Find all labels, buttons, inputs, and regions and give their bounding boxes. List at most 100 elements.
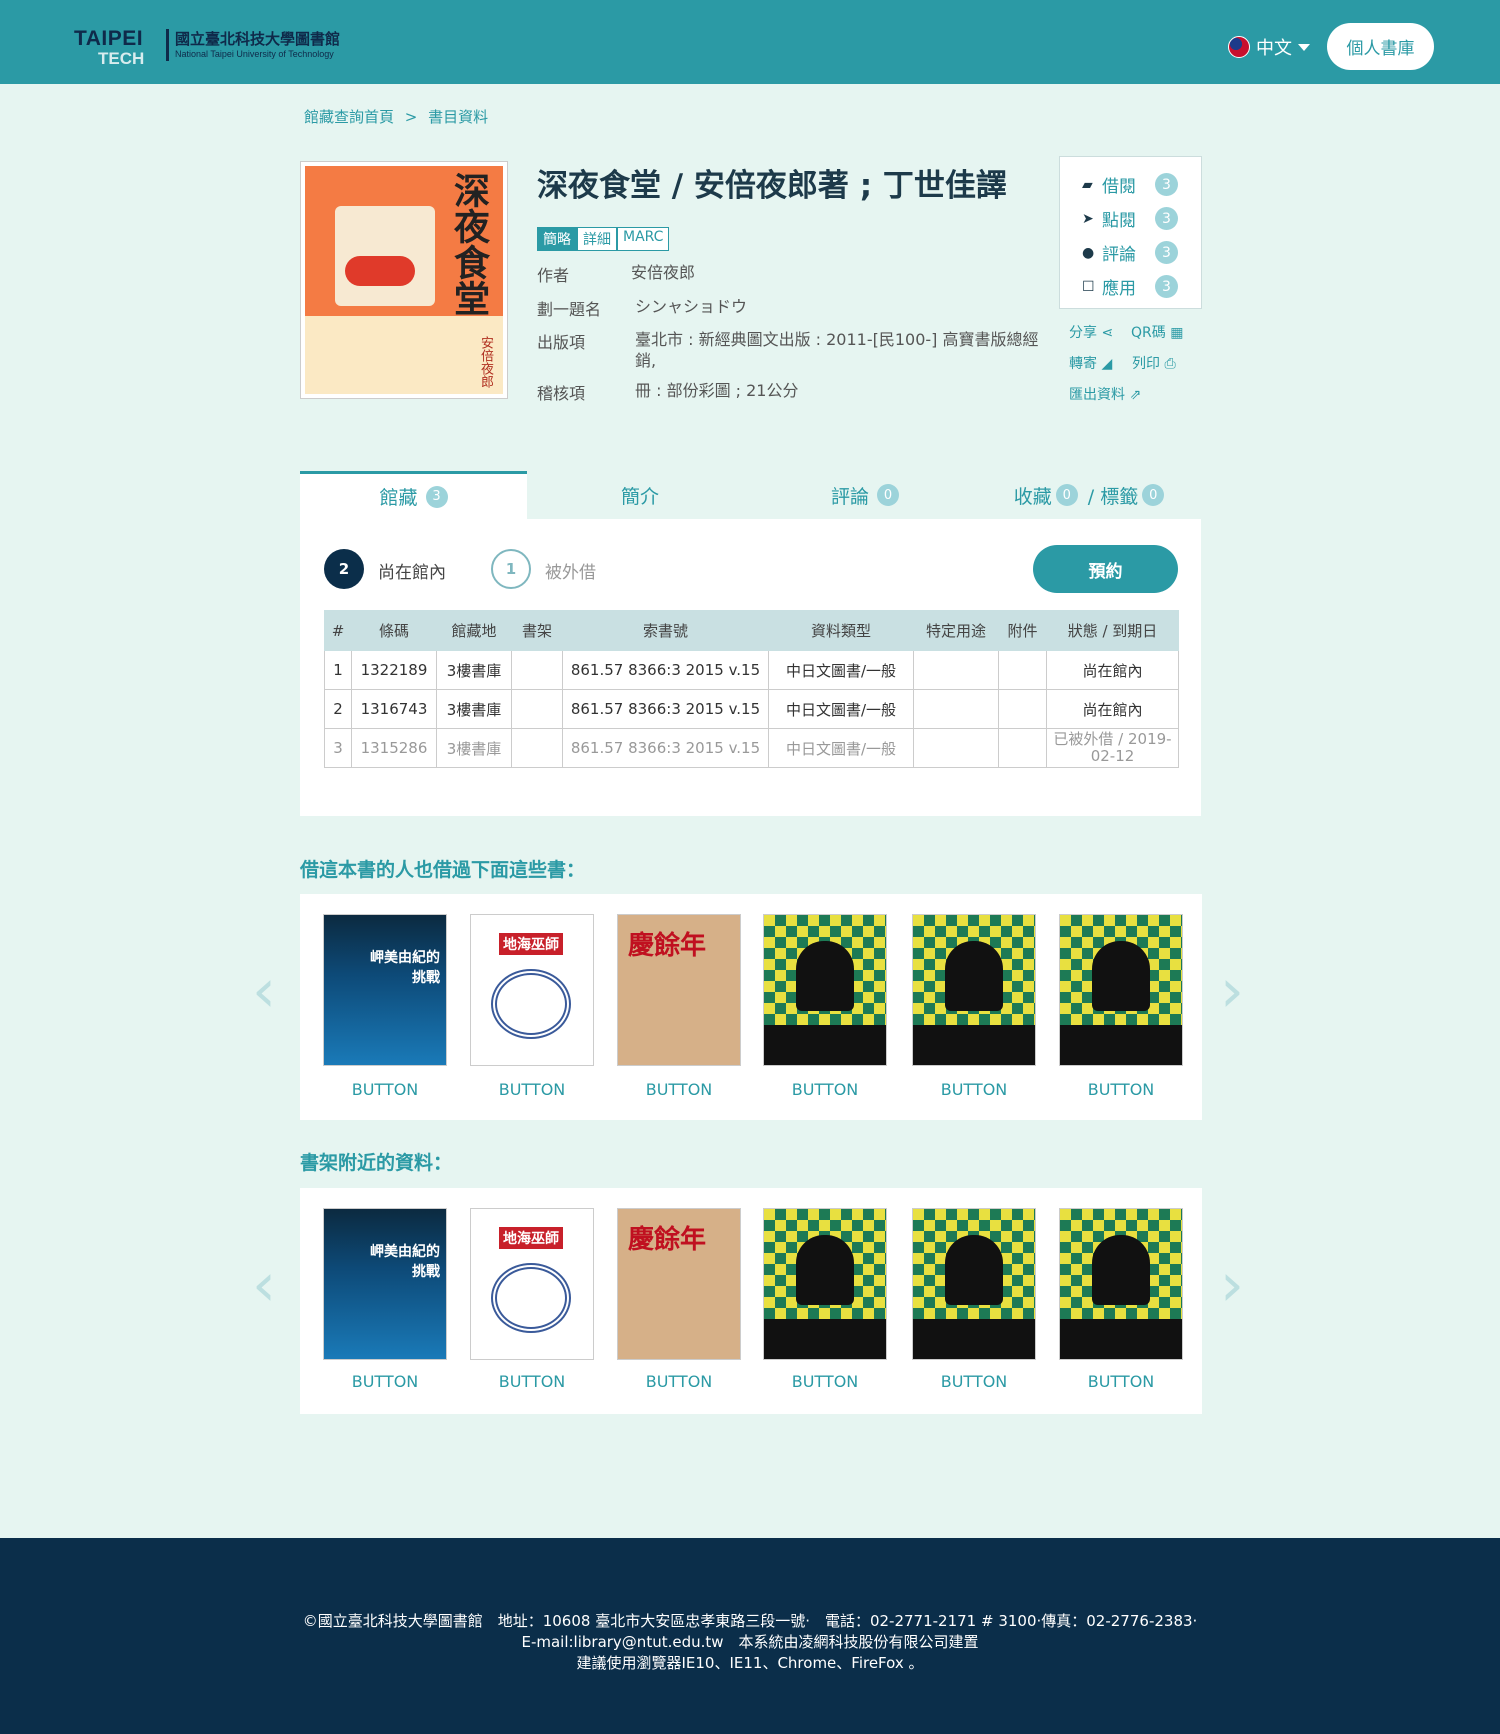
stat-label: 點閱 [1102, 211, 1136, 231]
nearby-carousel: ‹ › 岬美由紀的挑戰 BUTTON 地海巫師 BUTTON 慶餘年 BUTTO… [252, 1188, 1244, 1414]
stat-count: 3 [1155, 275, 1178, 298]
breadcrumb-current[interactable]: 書目資料 [428, 108, 488, 126]
stat-borrow[interactable]: ▰ 借閱 [1082, 172, 1136, 197]
tab-label: 評論 [830, 485, 869, 508]
export-label: 匯出資料 [1069, 387, 1125, 403]
book-button[interactable]: BUTTON [763, 1080, 887, 1099]
stat-label: 應用 [1102, 279, 1136, 299]
cell [913, 689, 999, 729]
book-button[interactable]: BUTTON [912, 1372, 1036, 1391]
book-button[interactable]: BUTTON [323, 1372, 447, 1391]
forward-link[interactable]: 轉寄 ◢ [1069, 353, 1112, 373]
col-header: 索書號 [562, 610, 769, 651]
book-button[interactable]: BUTTON [470, 1080, 594, 1099]
export-link[interactable]: 匯出資料 ⇗ [1069, 384, 1141, 404]
chevron-right-icon[interactable]: › [1220, 956, 1244, 1026]
footer-browser-note: 建議使用瀏覽器IE10、IE11、Chrome、FireFox 。 [576, 1654, 924, 1672]
book-button[interactable]: BUTTON [1059, 1080, 1183, 1099]
book-title: 深夜食堂 / 安倍夜郎著 ; 丁世佳譯 [537, 168, 1007, 204]
field-label: 劃一題名 [537, 300, 602, 319]
chevron-left-icon[interactable]: ‹ [252, 1250, 276, 1320]
book-thumb-title: 地海巫師 [499, 933, 563, 955]
table-row: 3 1315286 3樓書庫 861.57 8366:3 2015 v.15 中… [324, 728, 1179, 768]
field-value: 冊 : 部份彩圖 ; 21公分 [635, 381, 799, 400]
cell: 861.57 8366:3 2015 v.15 [562, 728, 769, 768]
chevron-right-icon[interactable]: › [1220, 1250, 1244, 1320]
tab-collect-tags[interactable]: 收藏 0 / 標籤 0 [977, 471, 1201, 519]
cell: 已被外借 / 2019-02-12 [1046, 728, 1179, 768]
book-button[interactable]: BUTTON [1059, 1372, 1183, 1391]
col-header: 狀態 / 到期日 [1046, 610, 1179, 651]
field-value: シンャショドウ [635, 297, 748, 316]
view-tab-brief[interactable]: 簡略 [537, 227, 577, 251]
checked-out-count: 1 [491, 549, 531, 589]
view-tab-detail[interactable]: 詳細 [577, 227, 617, 251]
stat-clicks[interactable]: ➤ 點閱 [1082, 206, 1136, 231]
tab-summary[interactable]: 簡介 [527, 471, 753, 519]
book-thumbnail[interactable] [912, 914, 1036, 1066]
cover-title: 深夜食堂 [448, 172, 490, 316]
share-link[interactable]: 分享 ⋖ [1069, 322, 1113, 342]
checked-out-label: 被外借 [545, 563, 596, 583]
book-thumbnail[interactable] [763, 914, 887, 1066]
view-tab-marc[interactable]: MARC [617, 227, 670, 251]
share-label: 分享 [1069, 325, 1097, 341]
breadcrumb-home-link[interactable]: 館藏查詢首頁 [304, 108, 394, 126]
reserve-button[interactable]: 預約 [1033, 545, 1178, 593]
book-thumbnail[interactable]: 岬美由紀的挑戰 [323, 914, 447, 1066]
stat-comments[interactable]: ● 評論 [1082, 240, 1136, 265]
book-button[interactable]: BUTTON [912, 1080, 1036, 1099]
view-format-tabs: 簡略 詳細 MARC [537, 227, 670, 251]
book-art [913, 1319, 1035, 1359]
qr-code-link[interactable]: QR碼 ▦ [1131, 322, 1183, 342]
book-thumbnail[interactable]: 地海巫師 [470, 1208, 594, 1360]
stat-label: 評論 [1102, 245, 1136, 265]
tab-label-2: / 標籤 [1087, 485, 1139, 508]
book-button[interactable]: BUTTON [617, 1372, 741, 1391]
book-button[interactable]: BUTTON [617, 1080, 741, 1099]
book-button[interactable]: BUTTON [470, 1372, 594, 1391]
field-value[interactable]: 安倍夜郎 [631, 262, 1041, 283]
book-thumbnail[interactable]: 慶餘年 [617, 914, 741, 1066]
book-thumbnail[interactable] [1059, 1208, 1183, 1360]
book-art [764, 1025, 886, 1065]
tab-holdings[interactable]: 館藏 3 [300, 471, 527, 519]
my-library-button[interactable]: 個人書庫 [1327, 23, 1434, 70]
logo-taipei-text: TAIPEI [74, 27, 144, 50]
book-thumbnail[interactable]: 慶餘年 [617, 1208, 741, 1360]
book-button[interactable]: BUTTON [763, 1372, 887, 1391]
stat-applications[interactable]: ☐ 應用 [1082, 274, 1136, 299]
book-thumbnail[interactable]: 地海巫師 [470, 914, 594, 1066]
field-label: 出版項 [537, 333, 586, 352]
cover-food-art [345, 256, 415, 286]
book-thumbnail[interactable] [763, 1208, 887, 1360]
library-logo[interactable]: TAIPEI TECH 國立臺北科技大學圖書館 National Taipei … [50, 13, 350, 69]
tab-count-badge: 3 [425, 485, 448, 508]
book-thumbnail[interactable]: 岬美由紀的挑戰 [323, 1208, 447, 1360]
flag-icon [1228, 36, 1250, 58]
book-art [913, 1025, 1035, 1065]
language-selector[interactable]: 中文 [1228, 34, 1310, 60]
book-thumbnail[interactable] [1059, 914, 1183, 1066]
book-thumbnail[interactable] [912, 1208, 1036, 1360]
cell [998, 650, 1047, 690]
chevron-left-icon[interactable]: ‹ [252, 956, 276, 1026]
col-header: 館藏地 [436, 610, 512, 651]
cell [913, 650, 999, 690]
holdings-panel: 2 尚在館內 1 被外借 預約 # 條碼 館藏地 書架 索書號 資料類型 特定用… [300, 519, 1201, 816]
col-header: 附件 [998, 610, 1047, 651]
export-icon: ⇗ [1129, 387, 1142, 403]
print-link[interactable]: 列印 ⎙ [1132, 353, 1176, 373]
col-header: # [324, 610, 352, 651]
stat-count: 3 [1155, 207, 1178, 230]
tab-label: 簡介 [620, 485, 659, 508]
book-button[interactable]: BUTTON [323, 1080, 447, 1099]
nearby-heading: 書架附近的資料： [300, 1152, 453, 1174]
tab-reviews[interactable]: 評論 0 [753, 471, 977, 519]
book-art [1092, 1235, 1150, 1305]
tab-count-badge: 0 [1055, 484, 1078, 506]
book-thumb-title: 岬美由紀的挑戰 [370, 950, 440, 986]
footer-address: ©國立臺北科技大學圖書館 地址：10608 臺北市大安區忠孝東路三段一號‧ 電話… [302, 1612, 1198, 1630]
stat-count: 3 [1155, 173, 1178, 196]
cell: 3樓書庫 [436, 689, 512, 729]
